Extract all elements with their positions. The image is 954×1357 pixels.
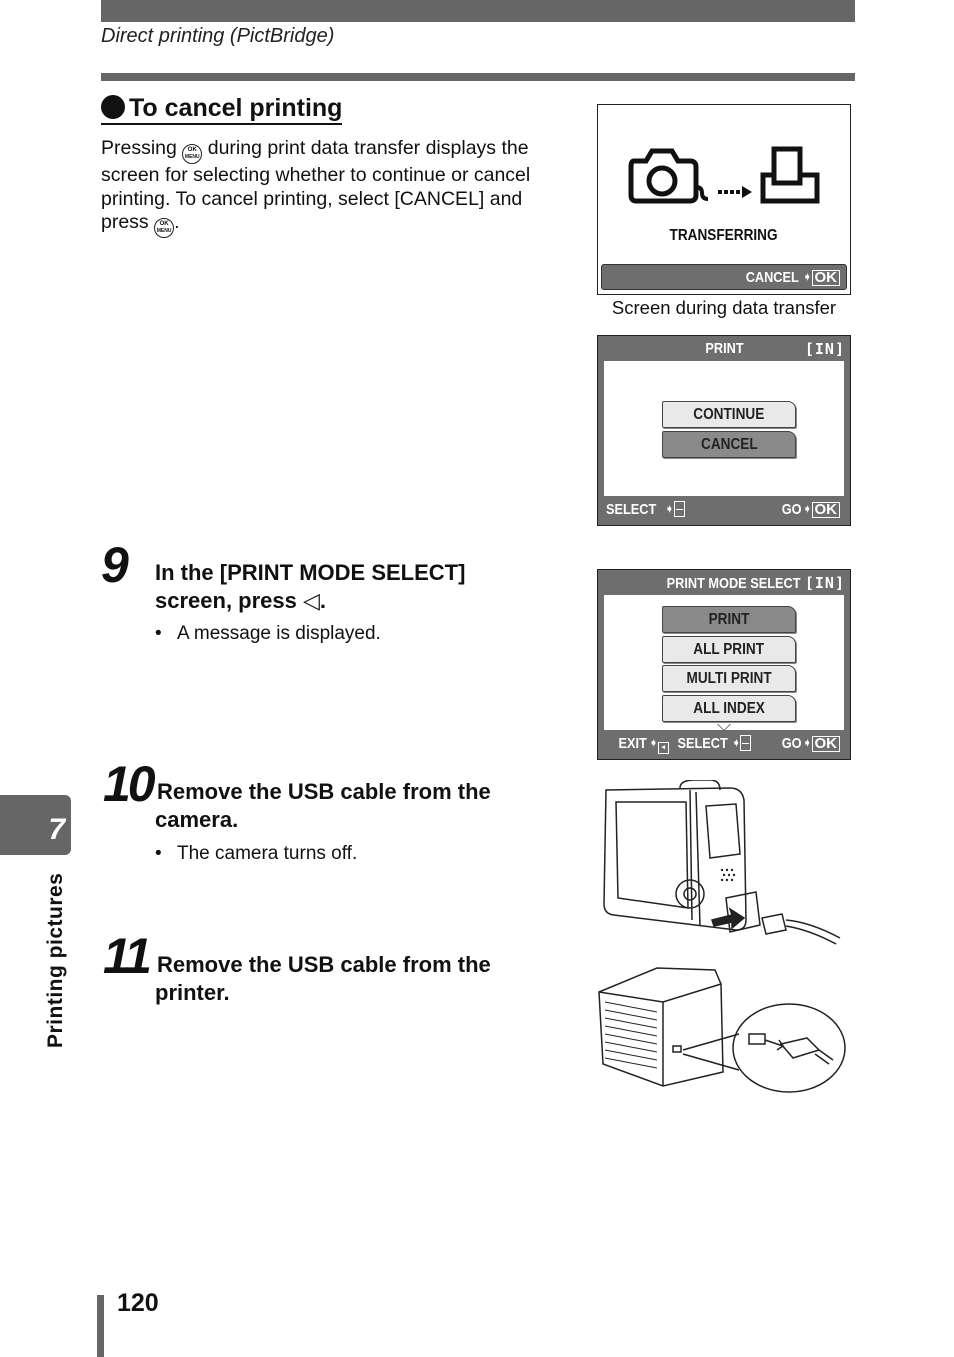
- print-mode-title-bar: PRINT MODE SELECT [IN]: [598, 573, 850, 593]
- print-confirm-body: CONTINUE CANCEL: [604, 361, 844, 496]
- left-arrow-icon: ◁: [303, 588, 320, 613]
- camera-icon: [628, 148, 709, 204]
- step-10-title: Remove the USB cable from the camera.: [155, 779, 491, 832]
- step-9-number: 9: [101, 537, 129, 593]
- dotted-arrow-icon: [718, 186, 752, 198]
- page-marker-bar: [97, 1295, 104, 1357]
- step-10-number: 10: [103, 756, 156, 812]
- camera-usb-illustration: [603, 780, 841, 945]
- running-head: Direct printing (PictBridge): [101, 25, 335, 47]
- transfer-footer: CANCEL ➧ OK: [601, 264, 847, 290]
- up-down-key-icon: [740, 735, 752, 751]
- select-label: SELECT: [606, 501, 657, 518]
- arrow-icon: ➧: [665, 504, 674, 515]
- arrow-icon: ➧: [803, 738, 812, 749]
- scroll-down-indicator-icon: [717, 723, 731, 730]
- memory-indicator: [IN]: [804, 340, 845, 358]
- print-confirm-title-bar: PRINT [IN]: [598, 339, 850, 359]
- left-key-icon: ◂: [657, 742, 669, 754]
- chapter-number: 7: [48, 813, 65, 846]
- exit-label: EXIT: [618, 735, 647, 752]
- ok-key-icon: OK: [811, 736, 840, 752]
- cancel-option[interactable]: CANCEL: [662, 431, 796, 458]
- screen-title: PRINT: [704, 340, 744, 357]
- go-label: GO: [781, 501, 802, 518]
- go-label: GO: [781, 735, 802, 752]
- print-mode-footer: EXIT ➧ ◂ SELECT ➧ GO ➧ OK: [604, 732, 844, 756]
- transfer-status: TRANSFERRING: [669, 227, 779, 244]
- page-number: 120: [117, 1289, 159, 1317]
- ok-key-icon: OK: [811, 502, 840, 518]
- chapter-tab[interactable]: 7: [0, 795, 71, 855]
- cancel-label: CANCEL: [745, 269, 799, 286]
- printer-usb-illustration: [598, 967, 846, 1093]
- chapter-label: Printing pictures: [44, 872, 67, 1048]
- ok-menu-button-icon: OK MENU: [154, 218, 175, 238]
- step-11-title: Remove the USB cable from the printer.: [155, 952, 491, 1005]
- print-mode-select-screen: PRINT MODE SELECT [IN] PRINT ALL PRINT M…: [597, 569, 851, 760]
- print-confirm-footer: SELECT ➧ GO ➧ OK: [604, 498, 844, 522]
- transfer-screen-caption: Screen during data transfer: [611, 297, 837, 318]
- arrow-icon: ➧: [803, 272, 812, 283]
- intro-text-1: Pressing: [101, 137, 177, 159]
- printer-icon: [760, 146, 820, 204]
- section-rule: [101, 73, 855, 81]
- step-9-title: In the [PRINT MODE SELECT] screen, press…: [155, 560, 466, 613]
- screen-title: PRINT MODE SELECT: [666, 575, 801, 592]
- memory-indicator: [IN]: [804, 574, 845, 592]
- print-confirm-screen: PRINT [IN] CONTINUE CANCEL SELECT ➧ GO ➧ OK: [597, 335, 851, 526]
- continue-option[interactable]: CONTINUE: [662, 401, 796, 428]
- print-option[interactable]: PRINT: [662, 606, 796, 633]
- arrow-icon: ➧: [732, 738, 741, 749]
- transfer-screen: TRANSFERRING CANCEL ➧ OK: [597, 104, 851, 295]
- step-10-note: • The camera turns off.: [155, 843, 358, 864]
- ok-menu-button-icon: OK MENU: [182, 144, 203, 164]
- step-11-number: 11: [103, 928, 152, 984]
- all-index-option[interactable]: ALL INDEX: [662, 695, 796, 722]
- ok-key-icon: OK: [811, 270, 840, 286]
- section-heading: To cancel printing: [101, 93, 343, 125]
- bullet-icon: [101, 95, 125, 119]
- all-print-option[interactable]: ALL PRINT: [662, 636, 796, 663]
- select-label: SELECT: [677, 735, 728, 752]
- section-title: To cancel printing: [129, 94, 343, 122]
- print-mode-body: PRINT ALL PRINT MULTI PRINT ALL INDEX: [604, 595, 844, 730]
- intro-paragraph: Pressing OK MENU during print data transf…: [101, 137, 541, 238]
- arrow-icon: ➧: [803, 504, 812, 515]
- step-9-note: • A message is displayed.: [155, 623, 381, 644]
- multi-print-option[interactable]: MULTI PRINT: [662, 665, 796, 692]
- up-down-key-icon: [673, 501, 685, 517]
- header-bar: [101, 0, 855, 22]
- arrow-icon: ➧: [649, 738, 658, 749]
